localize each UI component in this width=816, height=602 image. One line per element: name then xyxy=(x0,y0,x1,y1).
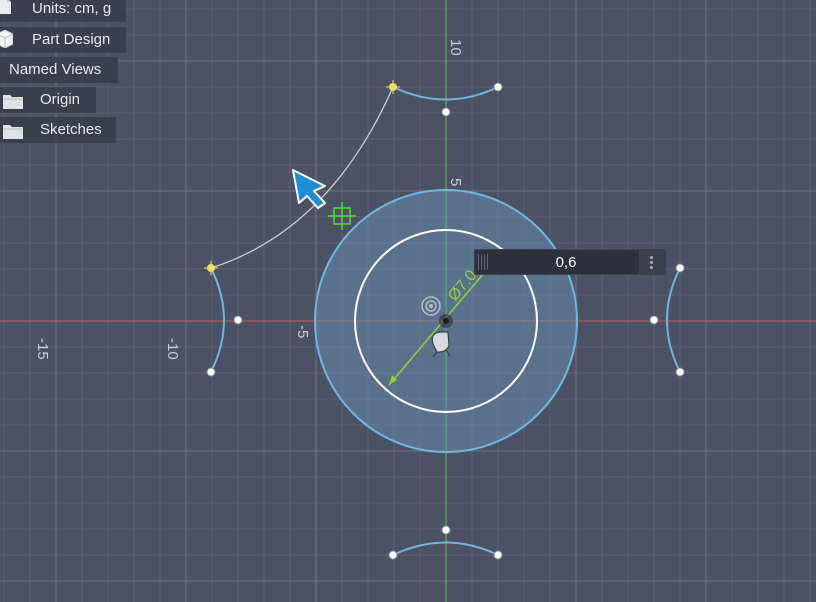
arc-left[interactable] xyxy=(210,267,225,373)
arc-center-point[interactable] xyxy=(441,525,451,535)
axis-label-neg-10: -10 xyxy=(164,338,181,360)
arc-center-point[interactable] xyxy=(233,315,243,325)
sketches-label: Sketches xyxy=(40,121,102,138)
sketches-folder-item[interactable]: Sketches xyxy=(0,117,116,143)
arc-center-point[interactable] xyxy=(441,107,451,117)
axis-label-neg-15: -15 xyxy=(34,338,51,360)
selected-point[interactable] xyxy=(204,261,218,275)
units-label: Units: cm, g xyxy=(32,0,112,17)
dimension-value-field[interactable] xyxy=(493,251,639,273)
arc-endpoint[interactable] xyxy=(493,550,503,560)
arc-endpoint[interactable] xyxy=(675,263,685,273)
arc-center-point[interactable] xyxy=(649,315,659,325)
cursor-arrow-icon xyxy=(292,169,326,209)
cube-icon xyxy=(0,29,14,57)
part-design-item[interactable]: Part Design xyxy=(0,27,126,53)
arc-endpoint[interactable] xyxy=(675,367,685,377)
named-views-label: Named Views xyxy=(9,61,102,78)
named-views-item[interactable]: Named Views xyxy=(0,57,118,83)
arc-endpoint[interactable] xyxy=(388,550,398,560)
axis-label-neg-5: -5 xyxy=(294,325,311,338)
document-icon xyxy=(0,0,12,23)
folder-icon xyxy=(3,122,23,148)
part-design-label: Part Design xyxy=(32,31,111,48)
more-options-icon[interactable] xyxy=(639,250,665,274)
folder-icon xyxy=(3,92,23,118)
drag-handle-icon[interactable] xyxy=(478,254,490,270)
origin-folder-item[interactable]: Origin xyxy=(0,87,96,113)
sketch-point-icon xyxy=(328,202,356,230)
origin-label: Origin xyxy=(40,91,81,108)
dimension-value-input[interactable] xyxy=(474,249,666,275)
arc-right[interactable] xyxy=(666,267,681,373)
sketch-canvas[interactable]: -15 -10 -5 10 5 Ø7.0 xyxy=(0,0,816,602)
arc-endpoint[interactable] xyxy=(493,82,503,92)
axis-label-pos-5: 5 xyxy=(447,178,464,186)
arc-endpoint[interactable] xyxy=(206,367,216,377)
units-item[interactable]: Units: cm, g xyxy=(0,0,126,22)
selected-point[interactable] xyxy=(386,80,400,94)
center-point[interactable] xyxy=(439,314,453,328)
axis-label-pos-10: 10 xyxy=(447,39,464,56)
